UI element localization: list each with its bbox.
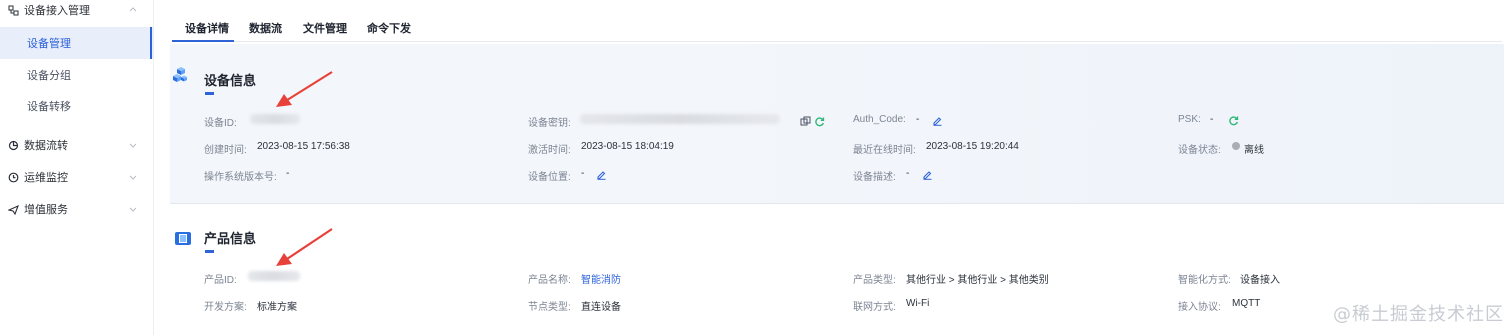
chevron-down-icon — [128, 140, 138, 150]
activated-time-value: 2023-08-15 18:04:19 — [581, 141, 674, 152]
copy-icon[interactable] — [800, 114, 811, 126]
annotation-arrow — [276, 71, 333, 107]
product-id-redacted — [248, 271, 300, 281]
tab-command-issue[interactable]: 命令下发 — [367, 20, 411, 36]
device-info-title: 设备信息 — [204, 73, 257, 88]
edit-icon[interactable] — [922, 167, 933, 180]
last-online-value: 2023-08-15 19:20:44 — [926, 141, 1019, 152]
smart-method-value: 设备接入 — [1240, 275, 1280, 286]
protocol-value: MQTT — [1232, 298, 1261, 309]
product-name-link[interactable]: 智能消防 — [581, 271, 621, 286]
product-info-title: 产品信息 — [204, 231, 257, 246]
dev-scheme-value: 标准方案 — [257, 302, 297, 313]
sidebar-item-device-management[interactable]: 设备管理 — [0, 27, 154, 59]
annotation-arrow — [276, 228, 333, 266]
sidebar: 设备接入管理 设备管理 设备分组 设备转移 数据流转 运维监控 增值服务 — [0, 0, 154, 335]
device-key-redacted — [580, 114, 780, 124]
sidebar-item-label: 设备管理 — [27, 38, 71, 50]
sidebar-group-data-flow[interactable]: 数据流转 — [0, 129, 154, 161]
tab-file-management[interactable]: 文件管理 — [303, 20, 347, 36]
product-id-label: 产品ID: — [204, 275, 237, 286]
status-offline-dot — [1232, 142, 1240, 150]
sidebar-group-label: 增值服务 — [24, 204, 68, 216]
edit-icon[interactable] — [596, 167, 607, 180]
refresh-icon[interactable] — [1228, 113, 1239, 126]
sidebar-group-ops-monitor[interactable]: 运维监控 — [0, 161, 154, 193]
sidebar-group-value-added[interactable]: 增值服务 — [0, 193, 154, 225]
section-accent-bar — [205, 250, 214, 253]
product-name-label: 产品名称: — [528, 275, 571, 286]
device-cubes-icon — [170, 66, 190, 86]
product-box-icon — [173, 228, 193, 248]
chevron-up-icon — [128, 5, 138, 15]
sidebar-group-device-access[interactable]: 设备接入管理 — [0, 0, 154, 26]
device-location-label: 设备位置: — [528, 172, 571, 183]
edit-icon[interactable] — [932, 113, 943, 126]
device-id-label: 设备ID: — [204, 118, 237, 129]
app-root: 设备接入管理 设备管理 设备分组 设备转移 数据流转 运维监控 增值服务 设备详… — [0, 0, 1512, 335]
value-added-icon — [7, 203, 19, 215]
product-type-value: 其他行业 > 其他行业 > 其他类别 — [906, 275, 1049, 286]
data-flow-icon — [7, 139, 19, 151]
device-desc-value: - — [906, 168, 910, 179]
watermark: @稀土掘金技术社区 — [1333, 304, 1504, 325]
network-label: 联网方式: — [853, 302, 896, 313]
auth-code-label: Auth_Code: — [853, 114, 906, 125]
node-type-value: 直连设备 — [581, 302, 621, 313]
dev-scheme-label: 开发方案: — [204, 302, 247, 313]
product-info-panel: 产品信息 产品ID: 产品名称: 智能消防 产品类型: 其他行业 > 其他行业 … — [170, 207, 1504, 335]
sidebar-item-label: 设备转移 — [27, 101, 71, 113]
chevron-down-icon — [128, 172, 138, 182]
device-status-label: 设备状态: — [1178, 145, 1221, 156]
product-type-label: 产品类型: — [853, 275, 896, 286]
device-info-panel: 设备信息 设备ID: 设备密钥: Auth_Code: - PSK: - 创建时… — [170, 44, 1504, 204]
network-value: Wi-Fi — [906, 298, 930, 309]
sidebar-group-label: 运维监控 — [24, 172, 68, 184]
device-desc-label: 设备描述: — [853, 172, 896, 183]
tab-bar: 设备详情 数据流 文件管理 命令下发 — [172, 14, 1502, 42]
section-accent-bar — [205, 92, 214, 95]
active-tab-indicator — [172, 40, 234, 42]
tab-data-stream[interactable]: 数据流 — [249, 20, 282, 36]
node-type-label: 节点类型: — [528, 302, 571, 313]
psk-value: - — [1210, 114, 1214, 125]
main-content: 设备详情 数据流 文件管理 命令下发 设备信息 设备ID: 设备密钥: Auth… — [154, 0, 1512, 335]
psk-label: PSK: — [1178, 114, 1201, 125]
sidebar-item-device-group[interactable]: 设备分组 — [0, 59, 154, 91]
chevron-down-icon — [128, 204, 138, 214]
sidebar-group-label: 数据流转 — [24, 140, 68, 152]
refresh-icon[interactable] — [814, 114, 825, 127]
device-location-value: - — [581, 168, 585, 179]
device-access-icon — [7, 4, 19, 16]
auth-code-value: - — [916, 114, 920, 125]
os-version-value: - — [286, 168, 290, 179]
created-time-label: 创建时间: — [204, 145, 247, 156]
last-online-label: 最近在线时间: — [853, 145, 916, 156]
device-status-value: 离线 — [1244, 145, 1264, 156]
os-version-label: 操作系统版本号: — [204, 172, 277, 183]
smart-method-label: 智能化方式: — [1178, 275, 1231, 286]
sidebar-group-label: 设备接入管理 — [24, 5, 90, 17]
sidebar-item-label: 设备分组 — [27, 70, 71, 82]
protocol-label: 接入协议: — [1178, 302, 1221, 313]
tab-device-detail[interactable]: 设备详情 — [185, 20, 229, 36]
sidebar-item-device-transfer[interactable]: 设备转移 — [0, 90, 154, 122]
ops-monitor-icon — [7, 171, 19, 183]
created-time-value: 2023-08-15 17:56:38 — [257, 141, 350, 152]
device-key-label: 设备密钥: — [528, 118, 571, 129]
activated-time-label: 激活时间: — [528, 145, 571, 156]
device-id-redacted — [250, 114, 300, 124]
